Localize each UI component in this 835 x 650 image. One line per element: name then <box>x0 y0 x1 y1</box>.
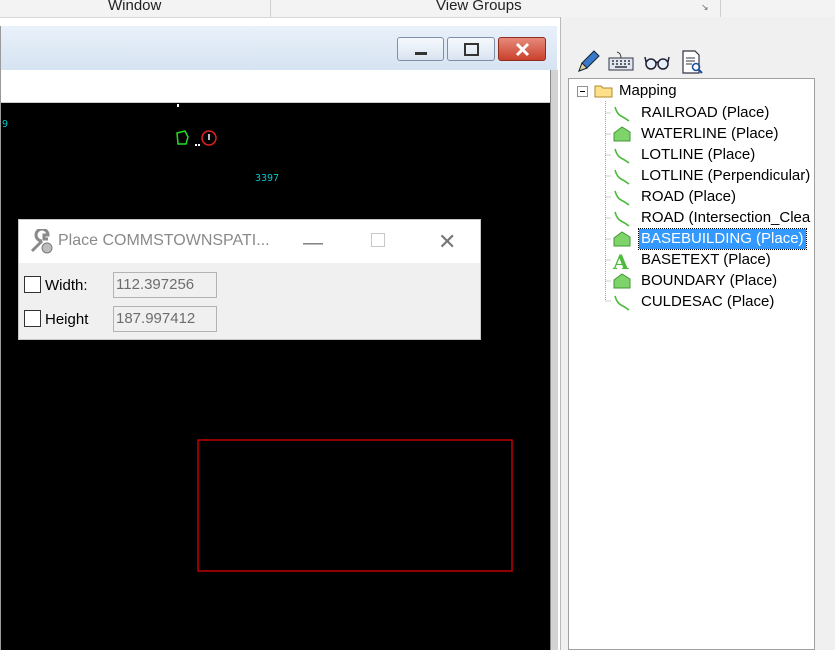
cad-cell-symbol <box>176 130 217 146</box>
line-icon <box>614 169 630 185</box>
height-lock-checkbox[interactable] <box>24 310 41 327</box>
line-icon <box>614 190 630 206</box>
glasses-icon[interactable] <box>643 48 671 76</box>
polygon-icon <box>613 273 631 289</box>
tree-root-label: Mapping <box>619 82 677 99</box>
tab-window[interactable]: Window <box>108 0 161 14</box>
view-titlebar <box>1 26 557 70</box>
dialog-maximize-button[interactable] <box>371 233 385 247</box>
cad-point-marker <box>177 104 179 107</box>
group-launcher-icon[interactable]: ↘ <box>701 2 709 13</box>
dialog-titlebar[interactable]: Place COMMSTOWNSPATI... — ✕ <box>19 220 480 263</box>
line-icon <box>614 295 630 311</box>
view-border[interactable] <box>550 70 558 650</box>
text-icon: A <box>612 252 629 269</box>
line-icon <box>614 211 630 227</box>
maximize-icon <box>464 43 479 56</box>
dialog-title: Place COMMSTOWNSPATI... <box>58 232 270 249</box>
line-icon <box>614 106 630 122</box>
ribbon-tab-strip: Window View Groups ↘ <box>0 0 835 18</box>
drawing-canvas[interactable]: 9 3397 <box>1 103 550 650</box>
canvas-text-9: 9 <box>2 119 9 130</box>
line-icon <box>614 148 630 164</box>
close-icon <box>515 42 530 57</box>
minimize-button[interactable] <box>397 37 444 61</box>
pencil-icon[interactable] <box>574 48 602 76</box>
ribbon-separator <box>270 0 271 17</box>
view-toolstrip <box>1 70 551 103</box>
dialog-close-button[interactable]: ✕ <box>438 229 456 255</box>
dialog-minimize-button[interactable]: — <box>303 232 323 255</box>
width-lock-checkbox[interactable] <box>24 276 41 293</box>
polygon-icon <box>613 126 631 142</box>
svg-text:A: A <box>612 252 629 269</box>
minimize-icon <box>415 52 427 55</box>
report-icon[interactable] <box>678 48 706 76</box>
folder-icon <box>594 85 613 98</box>
width-label: Width: <box>45 277 88 294</box>
ribbon-separator <box>720 0 721 17</box>
place-dialog: Place COMMSTOWNSPATI... — ✕ Width: 112.3… <box>18 219 481 340</box>
maximize-button[interactable] <box>447 37 495 61</box>
width-field[interactable]: 112.397256 <box>113 272 217 298</box>
placement-rectangle <box>197 439 513 572</box>
collapse-toggle[interactable] <box>577 86 588 97</box>
polygon-icon <box>613 231 631 247</box>
height-field[interactable]: 187.997412 <box>113 306 217 332</box>
height-label: Height <box>45 311 89 328</box>
tab-view-groups[interactable]: View Groups <box>436 0 522 14</box>
close-button[interactable] <box>498 37 546 61</box>
feature-tree[interactable]: Mapping RAILROAD (Place) WATERLINE (Plac… <box>568 78 815 650</box>
canvas-text-3397: 3397 <box>255 173 280 184</box>
tool-wrench-icon <box>30 229 53 254</box>
keyboard-icon[interactable] <box>607 48 635 76</box>
